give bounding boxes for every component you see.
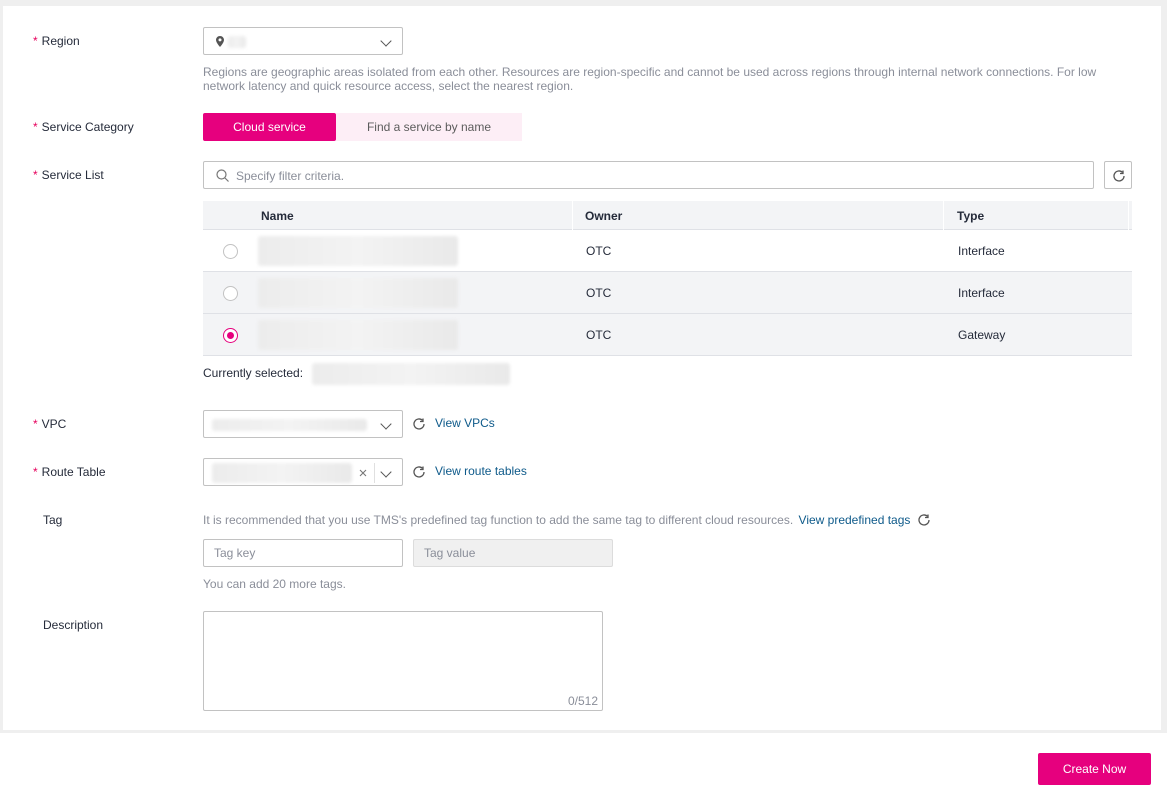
tags-remaining: You can add 20 more tags. (203, 577, 346, 591)
location-pin-icon (216, 36, 224, 47)
column-type: Type (957, 209, 985, 223)
create-now-button[interactable]: Create Now (1038, 753, 1151, 785)
refresh-vpc-icon[interactable] (412, 417, 426, 431)
service-category-label: * Service Category (33, 120, 134, 134)
tag-value-input[interactable]: Tag value (413, 539, 613, 567)
form-panel: * Region Regions are geographic areas iso… (3, 6, 1161, 730)
tab-cloud-service[interactable]: Cloud service (203, 113, 336, 141)
row-radio[interactable] (223, 244, 238, 259)
table-header: Name Owner Type (203, 201, 1132, 230)
region-select[interactable] (203, 27, 403, 55)
table-row[interactable]: OTC Interface (203, 230, 1132, 272)
service-name-redacted (258, 278, 458, 308)
currently-selected-value-redacted (312, 363, 510, 385)
route-table-label: * Route Table (33, 465, 106, 479)
description-textarea[interactable]: 0/512 (203, 611, 603, 711)
refresh-route-table-icon[interactable] (412, 465, 426, 479)
view-route-tables-link[interactable]: View route tables (435, 464, 527, 478)
footer-bar: Create Now (0, 733, 1167, 793)
type-cell: Gateway (958, 328, 1006, 342)
column-name: Name (261, 209, 294, 223)
char-counter: 0/512 (567, 694, 598, 708)
chevron-down-icon (380, 466, 392, 478)
vpc-select[interactable] (203, 410, 403, 438)
column-owner: Owner (585, 209, 623, 223)
tab-find-by-name[interactable]: Find a service by name (336, 113, 522, 141)
refresh-tags-icon[interactable] (917, 513, 931, 527)
type-cell: Interface (958, 244, 1005, 258)
tag-key-input[interactable]: Tag key (203, 539, 403, 567)
chevron-down-icon (380, 35, 392, 47)
owner-cell: OTC (586, 328, 612, 342)
route-table-select[interactable] (203, 458, 403, 486)
search-icon (216, 169, 229, 182)
view-predefined-tags-link[interactable]: View predefined tags (799, 513, 911, 527)
refresh-services-button[interactable] (1104, 161, 1132, 189)
description-label: Description (43, 618, 104, 632)
vpc-label: * VPC (33, 417, 67, 431)
service-table: Name Owner Type OTC Interface OTC Interf… (203, 201, 1132, 356)
service-search-input[interactable]: Specify filter criteria. (203, 161, 1094, 189)
table-row[interactable]: OTC Gateway (203, 314, 1132, 356)
service-name-redacted (258, 320, 458, 350)
tag-hint-line: It is recommended that you use TMS's pre… (203, 513, 910, 527)
table-row[interactable]: OTC Interface (203, 272, 1132, 314)
owner-cell: OTC (586, 286, 612, 300)
route-table-value-redacted (212, 463, 352, 483)
owner-cell: OTC (586, 244, 612, 258)
row-radio[interactable] (223, 286, 238, 301)
refresh-icon (1113, 170, 1125, 182)
chevron-down-icon (380, 418, 392, 430)
tag-label: Tag (43, 513, 63, 527)
region-hint: Regions are geographic areas isolated fr… (203, 65, 1097, 93)
service-list-label: * Service List (33, 168, 104, 182)
row-radio-selected[interactable] (223, 328, 238, 343)
region-value-redacted (228, 36, 246, 48)
service-name-redacted (258, 236, 458, 266)
region-label: * Region (33, 34, 80, 48)
vpc-value-redacted (212, 419, 367, 431)
tag-hint: It is recommended that you use TMS's pre… (203, 513, 794, 527)
clear-icon[interactable] (359, 469, 367, 477)
search-placeholder: Specify filter criteria. (236, 169, 345, 183)
currently-selected-label: Currently selected: (203, 366, 304, 380)
view-vpcs-link[interactable]: View VPCs (435, 416, 495, 430)
type-cell: Interface (958, 286, 1005, 300)
